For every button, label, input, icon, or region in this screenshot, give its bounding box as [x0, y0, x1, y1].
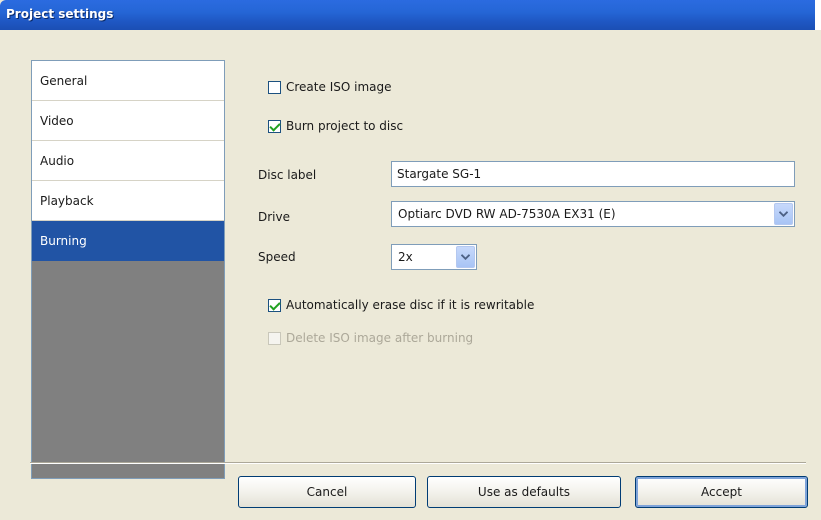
- auto-erase-checkbox-row[interactable]: Automatically erase disc if it is rewrit…: [268, 298, 534, 312]
- create-iso-checkbox[interactable]: [268, 80, 281, 94]
- nav-item-playback[interactable]: Playback: [32, 181, 224, 221]
- nav-item-audio[interactable]: Audio: [32, 141, 224, 181]
- chevron-down-icon[interactable]: [774, 203, 793, 225]
- disc-label-value: Stargate SG-1: [397, 167, 482, 181]
- settings-nav: General Video Audio Playback Burning: [31, 60, 225, 479]
- create-iso-checkbox-row[interactable]: Create ISO image: [268, 80, 391, 94]
- project-settings-window: Project settings General Video Audio Pla…: [0, 0, 821, 520]
- title-bar-edge: [815, 0, 821, 30]
- accept-button[interactable]: Accept: [635, 476, 808, 508]
- drive-select[interactable]: Optiarc DVD RW AD-7530A EX31 (E): [391, 201, 795, 227]
- nav-item-label: Audio: [40, 154, 75, 168]
- nav-item-burning[interactable]: Burning: [32, 221, 224, 261]
- burn-to-disc-checkbox-row[interactable]: Burn project to disc: [268, 119, 403, 133]
- chevron-down-icon[interactable]: [456, 246, 475, 268]
- auto-erase-label: Automatically erase disc if it is rewrit…: [286, 298, 535, 312]
- nav-item-video[interactable]: Video: [32, 101, 224, 141]
- delete-iso-checkbox: [268, 331, 281, 345]
- disc-label-input[interactable]: Stargate SG-1: [391, 161, 795, 187]
- drive-label: Drive: [258, 210, 290, 224]
- use-as-defaults-button[interactable]: Use as defaults: [427, 476, 621, 508]
- cancel-button[interactable]: Cancel: [238, 476, 416, 508]
- title-bar[interactable]: Project settings: [0, 0, 821, 30]
- disc-label-label: Disc label: [258, 168, 317, 182]
- nav-item-label: General: [40, 74, 88, 88]
- window-title: Project settings: [6, 7, 114, 21]
- speed-select[interactable]: 2x: [391, 244, 477, 270]
- create-iso-label: Create ISO image: [286, 80, 392, 94]
- delete-iso-label: Delete ISO image after burning: [286, 331, 474, 345]
- nav-item-label: Burning: [40, 234, 87, 248]
- speed-label: Speed: [258, 250, 296, 264]
- drive-value: Optiarc DVD RW AD-7530A EX31 (E): [398, 207, 616, 221]
- auto-erase-checkbox[interactable]: [268, 298, 281, 312]
- dialog-body: General Video Audio Playback Burning Cre…: [0, 30, 821, 520]
- delete-iso-checkbox-row: Delete ISO image after burning: [268, 331, 473, 345]
- speed-value: 2x: [398, 250, 413, 264]
- footer-separator: [30, 462, 806, 464]
- burn-to-disc-checkbox[interactable]: [268, 119, 281, 133]
- nav-item-label: Playback: [40, 194, 94, 208]
- nav-item-label: Video: [40, 114, 74, 128]
- burn-to-disc-label: Burn project to disc: [286, 119, 404, 133]
- nav-item-general[interactable]: General: [32, 61, 224, 101]
